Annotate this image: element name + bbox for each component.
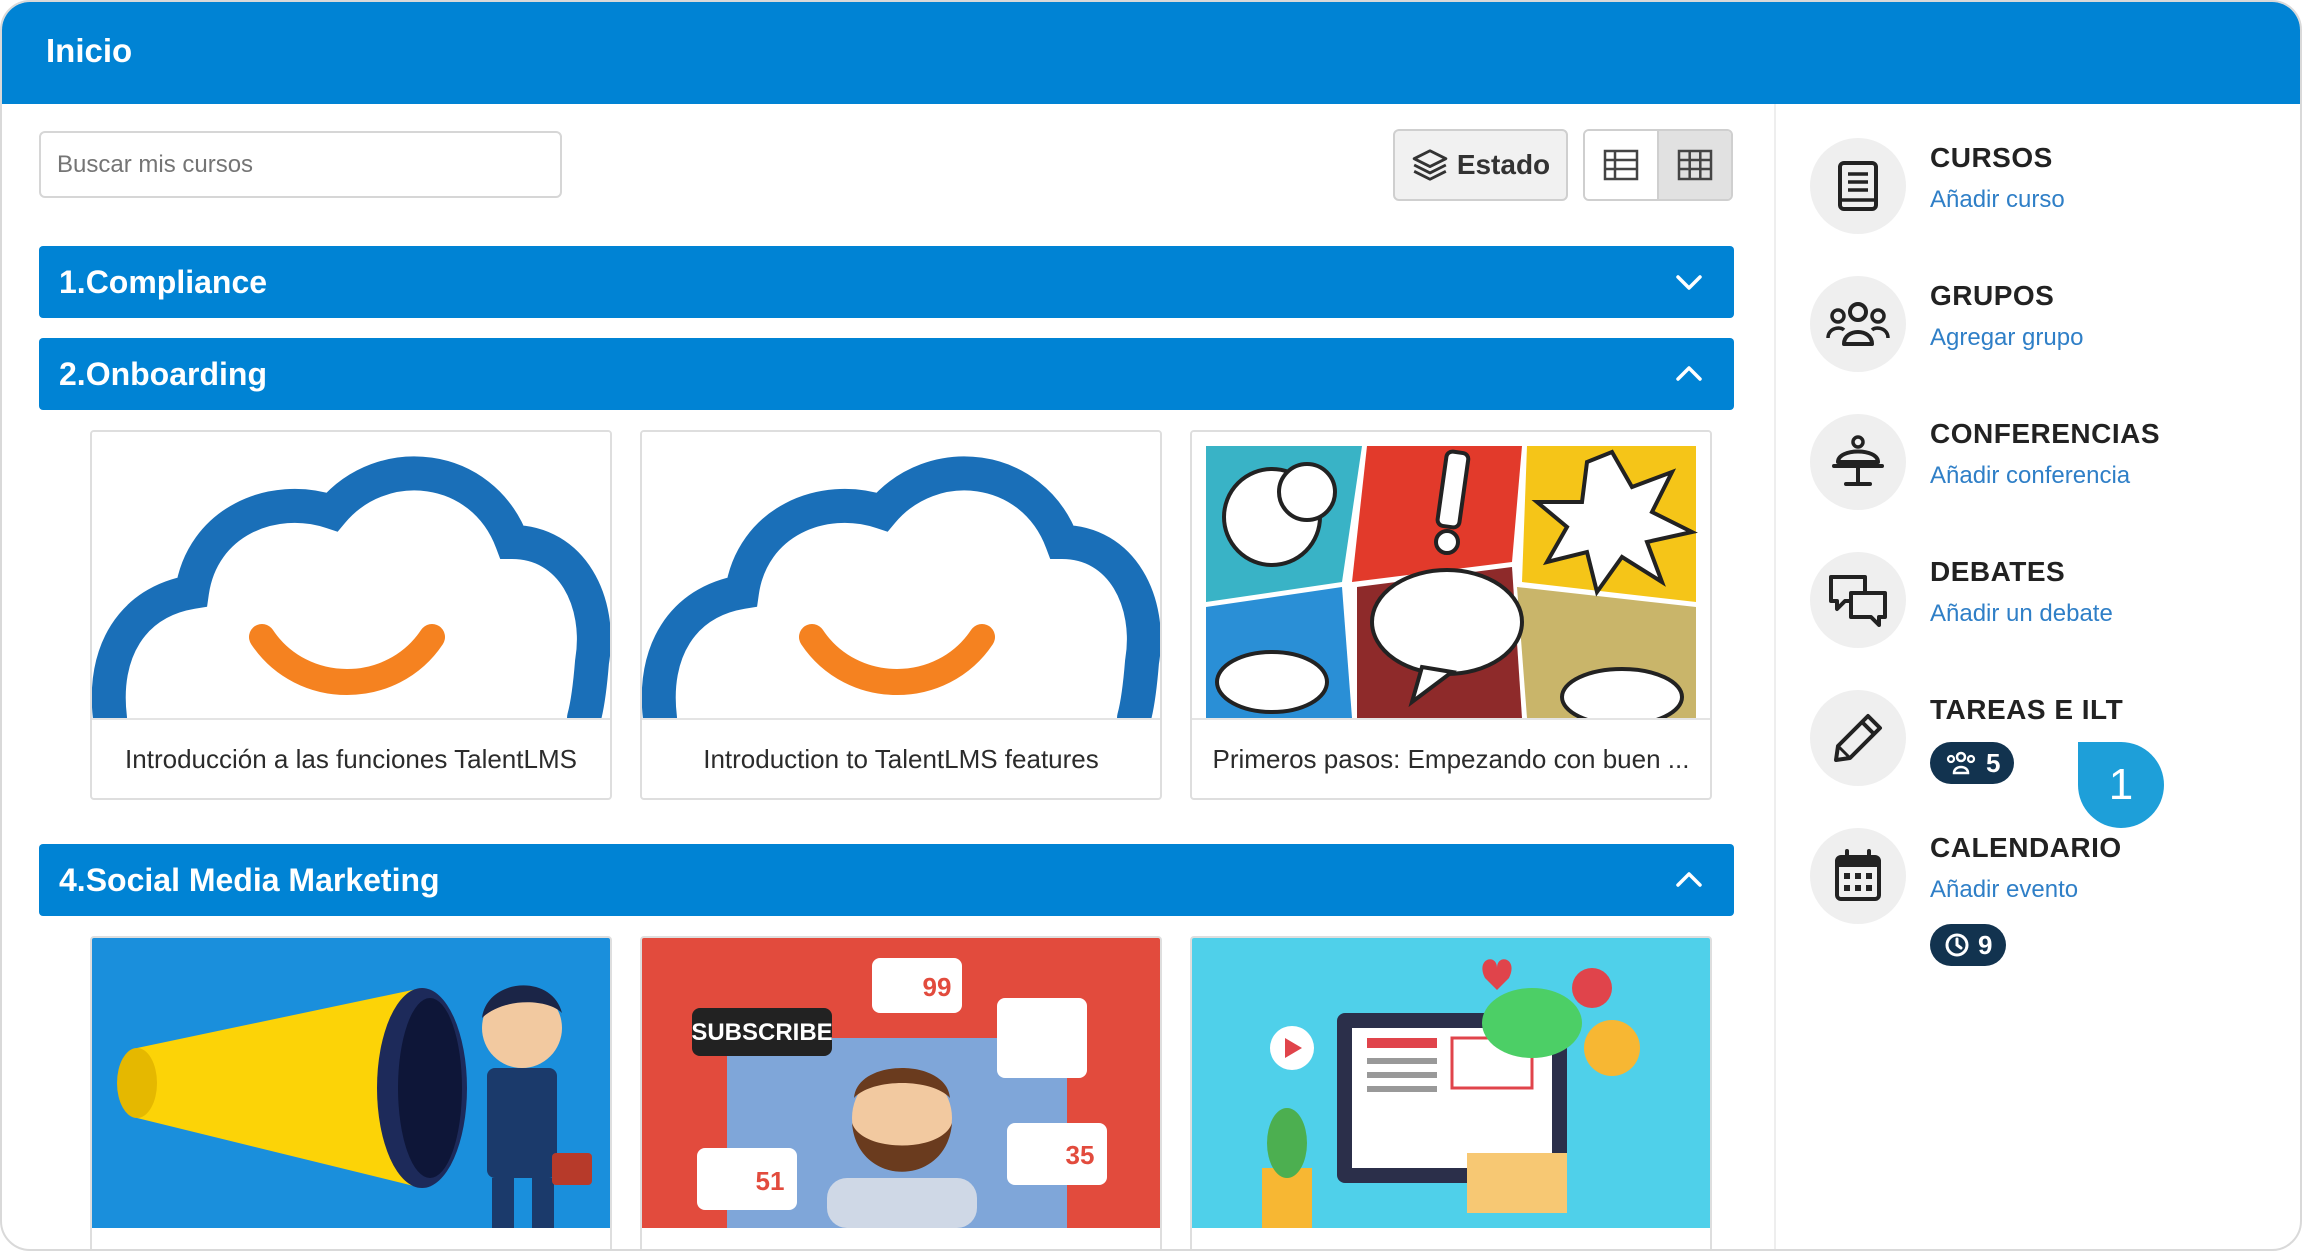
sidebar-item-cursos: CURSOS Añadir curso [1810, 138, 2290, 238]
sidebar-icon-circle[interactable] [1810, 138, 1906, 234]
clock-icon [1945, 933, 1969, 957]
talentlms-cloud-logo [642, 432, 1160, 718]
megaphone-businessman [92, 938, 610, 1249]
badge-count: 5 [1986, 747, 2001, 778]
course-card[interactable]: Primeros pasos: Empezando con buen ... [1190, 430, 1712, 800]
estado-label: Estado [1456, 149, 1551, 180]
course-title: Primeros pasos: Empezando con buen ... [1192, 718, 1710, 798]
category-compliance[interactable]: 1.Compliance [39, 246, 1734, 318]
category-onboarding[interactable]: 2.Onboarding [39, 338, 1734, 410]
estado-button[interactable]: Estado [1393, 129, 1568, 201]
book-icon [1838, 161, 1878, 211]
sidebar-title[interactable]: DEBATES [1930, 556, 2065, 588]
calendar-icon [1835, 849, 1881, 901]
users-icon [1826, 302, 1890, 346]
sidebar-item-conferencias: CONFERENCIAS Añadir conferencia [1810, 414, 2290, 514]
pencil-icon [1834, 714, 1882, 762]
callout-marker: 1 [2078, 742, 2164, 828]
comic-speech-bubbles [1192, 432, 1710, 718]
page-title: Inicio [46, 32, 133, 69]
course-title: Introducción a las funciones TalentLMS [92, 718, 610, 798]
sidebar-item-debates: DEBATES Añadir un debate [1810, 552, 2290, 652]
add-group-link[interactable]: Agregar grupo [1930, 324, 2083, 352]
add-conference-link[interactable]: Añadir conferencia [1930, 462, 2130, 490]
talentlms-cloud-logo [92, 432, 610, 718]
top-bar: Inicio [2, 2, 2300, 104]
chevron-up-icon [1676, 366, 1702, 381]
sidebar-item-tareas: TAREAS E ILT 5 [1810, 690, 2290, 790]
sidebar-icon-circle[interactable] [1810, 552, 1906, 648]
add-event-link[interactable]: Añadir evento [1930, 876, 2078, 904]
course-card[interactable] [90, 936, 612, 1249]
category-label: 2.Onboarding [59, 355, 267, 392]
sidebar-title[interactable]: CALENDARIO [1930, 832, 2122, 864]
sidebar-title[interactable]: TAREAS E ILT [1930, 694, 2123, 726]
category-social-media-marketing[interactable]: 4.Social Media Marketing [39, 844, 1734, 916]
likes-count: 99 [923, 972, 952, 1002]
badge-count: 9 [1978, 929, 1993, 960]
sidebar-icon-circle[interactable] [1810, 276, 1906, 372]
callout-number: 1 [2108, 760, 2134, 809]
category-label: 4.Social Media Marketing [59, 861, 440, 898]
users-icon [1946, 751, 1976, 775]
list-view-button[interactable] [1585, 131, 1657, 199]
sidebar-item-calendario: CALENDARIO Añadir evento 9 [1810, 828, 2290, 978]
events-count-badge[interactable]: 9 [1930, 924, 2007, 966]
main-content: Estado [2, 104, 1774, 1249]
social-media-laptop [1192, 938, 1710, 1249]
course-card[interactable]: Introduction to TalentLMS features [640, 430, 1162, 800]
conference-icon [1832, 435, 1884, 486]
add-course-link[interactable]: Añadir curso [1930, 186, 2065, 214]
grid-view-icon [1677, 149, 1713, 181]
sidebar-title[interactable]: CURSOS [1930, 142, 2053, 174]
followers-count: 51 [756, 1166, 785, 1196]
course-title: Introduction to TalentLMS features [642, 718, 1160, 798]
layers-icon [1412, 149, 1448, 181]
hearts-count: 35 [1066, 1140, 1095, 1170]
chat-icon [1829, 575, 1887, 627]
subscribe-text: SUBSCRIBE [691, 1019, 832, 1046]
sidebar: CURSOS Añadir curso GRUPOS Agregar grupo [1774, 104, 2300, 1249]
chevron-up-icon [1676, 872, 1702, 887]
course-card[interactable]: Introducción a las funciones TalentLMS [90, 430, 612, 800]
sidebar-icon-circle[interactable] [1810, 414, 1906, 510]
search-input[interactable] [39, 131, 562, 198]
tasks-count-badge[interactable]: 5 [1930, 742, 2015, 784]
sidebar-item-grupos: GRUPOS Agregar grupo [1810, 276, 2290, 376]
course-card[interactable]: SUBSCRIBE 99 51 35 [640, 936, 1162, 1249]
category-label: 1.Compliance [59, 263, 268, 300]
sidebar-title[interactable]: CONFERENCIAS [1930, 418, 2160, 450]
chevron-down-icon [1676, 275, 1702, 290]
sidebar-title[interactable]: GRUPOS [1930, 280, 2054, 312]
sidebar-icon-circle[interactable] [1810, 828, 1906, 924]
list-view-icon [1603, 149, 1639, 181]
social-media-subscribe: SUBSCRIBE 99 51 35 [642, 938, 1160, 1249]
sidebar-icon-circle[interactable] [1810, 690, 1906, 786]
add-debate-link[interactable]: Añadir un debate [1930, 600, 2113, 628]
course-card[interactable] [1190, 936, 1712, 1249]
view-toggle [1583, 129, 1733, 201]
grid-view-button[interactable] [1657, 131, 1731, 199]
app-window: Inicio Estado [0, 0, 2302, 1251]
